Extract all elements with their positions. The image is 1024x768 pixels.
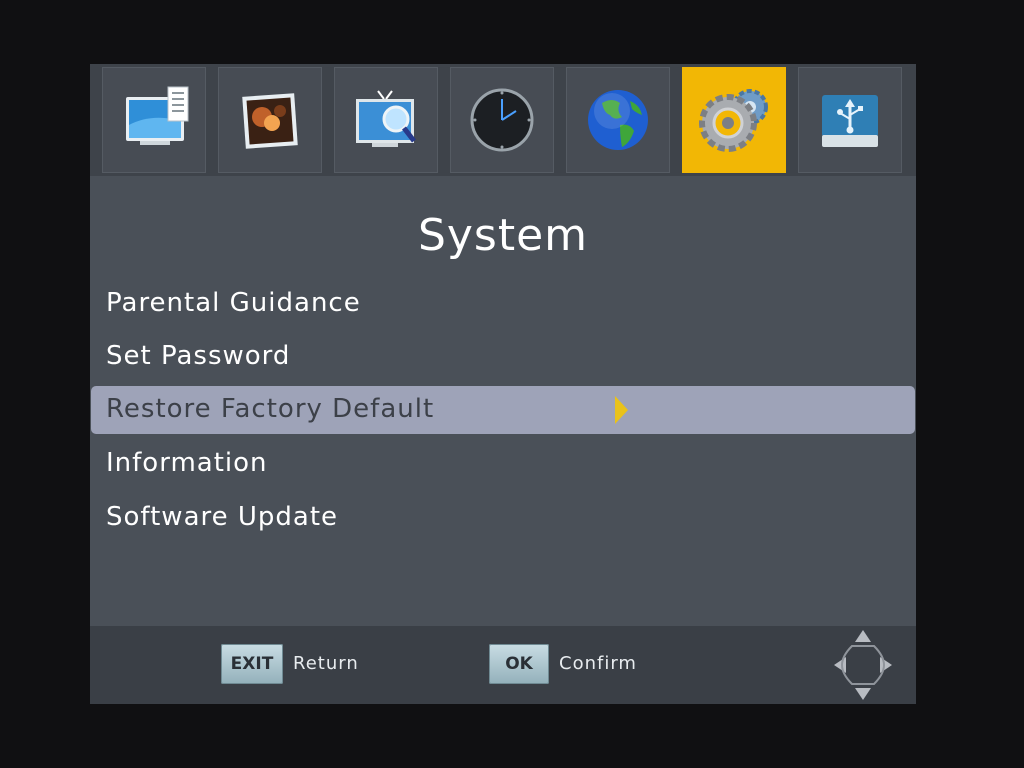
category-tile-tv-search[interactable]	[334, 67, 438, 173]
key-hint-bar: EXIT Return OK Confirm	[90, 626, 916, 704]
category-tile-system[interactable]	[682, 67, 786, 173]
menu-item-label: Restore Factory Default	[106, 394, 435, 424]
menu-item-label: Set Password	[106, 341, 291, 371]
usb-drive-icon	[822, 95, 878, 147]
dpad-icon	[834, 630, 892, 700]
menu-item-label: Parental Guidance	[106, 288, 361, 318]
category-tile-screen[interactable]	[102, 67, 206, 173]
category-icon-bar	[90, 64, 916, 176]
menu-item-information[interactable]: Information	[90, 440, 916, 488]
picture-icon	[242, 93, 298, 149]
clock-icon	[470, 88, 534, 152]
menu-item-software-update[interactable]: Software Update	[90, 494, 916, 542]
menu-item-label: Information	[106, 448, 268, 478]
category-tile-clock[interactable]	[450, 67, 554, 173]
menu-item-parental-guidance[interactable]: Parental Guidance	[90, 280, 916, 328]
tv-search-icon	[356, 90, 416, 147]
category-tile-globe[interactable]	[566, 67, 670, 173]
menu-item-restore-factory-default[interactable]: Restore Factory Default	[91, 386, 915, 434]
exit-key[interactable]: EXIT	[221, 644, 283, 684]
menu-item-set-password[interactable]: Set Password	[90, 333, 916, 381]
category-tile-usb[interactable]	[798, 67, 902, 173]
category-tile-picture[interactable]	[218, 67, 322, 173]
page-title: System	[417, 210, 589, 261]
menu-item-label: Software Update	[106, 502, 339, 532]
globe-icon	[588, 90, 648, 150]
screen-settings-icon	[126, 86, 189, 145]
ok-key[interactable]: OK	[489, 644, 549, 684]
system-menu-panel: System Parental Guidance Set Password Re…	[90, 64, 916, 704]
exit-hint-label: Return	[293, 653, 359, 674]
gears-icon	[699, 89, 768, 152]
chevron-right-icon	[615, 396, 628, 424]
ok-hint-label: Confirm	[559, 653, 637, 674]
tv-screen: System Parental Guidance Set Password Re…	[0, 0, 1024, 768]
